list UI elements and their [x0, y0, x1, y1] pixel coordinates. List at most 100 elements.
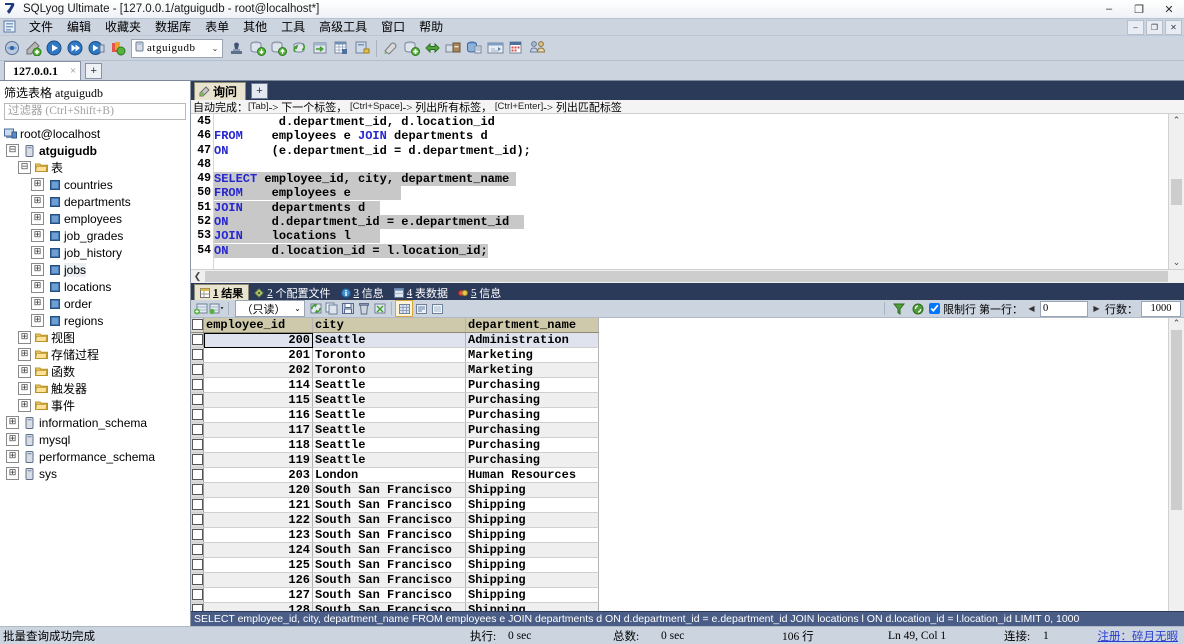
row-checkbox-cell[interactable]: [191, 437, 204, 453]
table-cell[interactable]: South San Francisco: [312, 557, 466, 573]
row-checkbox-cell[interactable]: [191, 362, 204, 378]
discard-changes-icon[interactable]: [372, 301, 388, 316]
table-cell[interactable]: South San Francisco: [312, 602, 466, 611]
expand-icon[interactable]: ⊞: [31, 229, 44, 242]
table-cell[interactable]: Seattle: [312, 332, 466, 348]
menu-item-database[interactable]: 数据库: [148, 19, 198, 35]
add-connection-tab-button[interactable]: +: [85, 63, 103, 79]
table-cell[interactable]: 119: [203, 452, 313, 468]
table-cell[interactable]: Marketing: [465, 362, 599, 378]
table-cell[interactable]: 127: [203, 587, 313, 603]
sql-formatter-icon[interactable]: [380, 38, 401, 59]
result-grid[interactable]: employee_id city department_name 200 Seattle…: [191, 318, 1168, 611]
checkbox-icon[interactable]: [191, 409, 203, 421]
new-query-icon[interactable]: [23, 38, 44, 59]
code-line[interactable]: FROM employees e JOIN departments d: [214, 129, 1168, 143]
scheduled-backup-icon[interactable]: [506, 38, 527, 59]
scrollbar-thumb[interactable]: [205, 271, 1168, 282]
expand-icon[interactable]: ⊞: [31, 212, 44, 225]
expand-icon[interactable]: ⊞: [18, 348, 31, 361]
checkbox-icon[interactable]: [191, 349, 203, 361]
connection-tab-127-0-0-1[interactable]: 127.0.0.1 ×: [4, 61, 82, 80]
collapse-icon[interactable]: ⊟: [6, 144, 19, 157]
table-cell[interactable]: 200: [203, 332, 313, 348]
table-cell[interactable]: South San Francisco: [312, 512, 466, 528]
tree-node-table-locations[interactable]: ⊞ locations: [0, 278, 190, 295]
table-cell[interactable]: Shipping: [465, 572, 599, 588]
schema-designer-icon[interactable]: [352, 38, 373, 59]
table-cell[interactable]: 124: [203, 542, 313, 558]
table-cell[interactable]: Shipping: [465, 482, 599, 498]
row-checkbox-cell[interactable]: [191, 542, 204, 558]
table-cell[interactable]: Purchasing: [465, 377, 599, 393]
table-cell[interactable]: Human Resources: [465, 467, 599, 483]
tree-node-atguigudb[interactable]: ⊟ atguigudb: [0, 142, 190, 159]
object-filter-input[interactable]: 过滤器 (Ctrl+Shift+B): [4, 103, 186, 120]
refresh-icon[interactable]: [308, 301, 324, 316]
checkbox-icon[interactable]: [191, 469, 203, 481]
collapse-icon[interactable]: ⊟: [18, 161, 31, 174]
column-header[interactable]: department_name: [465, 318, 599, 333]
table-cell[interactable]: Toronto: [312, 347, 466, 363]
table-cell[interactable]: South San Francisco: [312, 572, 466, 588]
expand-icon[interactable]: ⊞: [31, 263, 44, 276]
table-cell[interactable]: 116: [203, 407, 313, 423]
table-row[interactable]: 117 Seattle Purchasing: [191, 422, 599, 438]
tree-node-root[interactable]: root@localhost: [0, 125, 190, 142]
table-cell[interactable]: 201: [203, 347, 313, 363]
refresh-objects-icon[interactable]: [289, 38, 310, 59]
row-checkbox-cell[interactable]: [191, 422, 204, 438]
menu-item-help[interactable]: 帮助: [412, 19, 450, 35]
table-cell[interactable]: London: [312, 467, 466, 483]
table-row[interactable]: 122 South San Francisco Shipping: [191, 512, 599, 528]
tree-node-functions[interactable]: ⊞ 函数: [0, 363, 190, 380]
checkbox-icon[interactable]: [191, 574, 203, 586]
tree-node-triggers[interactable]: ⊞ 触发器: [0, 380, 190, 397]
column-header[interactable]: city: [312, 318, 466, 333]
table-row[interactable]: 120 South San Francisco Shipping: [191, 482, 599, 498]
table-cell[interactable]: Purchasing: [465, 392, 599, 408]
sync-data-icon[interactable]: [422, 38, 443, 59]
stop-icon[interactable]: [107, 38, 128, 59]
scroll-up-arrow-icon[interactable]: ⌃: [1173, 318, 1181, 329]
table-cell[interactable]: Purchasing: [465, 407, 599, 423]
checkbox-icon[interactable]: [191, 484, 203, 496]
mdi-restore-button[interactable]: ❐: [1146, 20, 1163, 35]
table-cell[interactable]: Purchasing: [465, 437, 599, 453]
menu-item-favorites[interactable]: 收藏夹: [98, 19, 148, 35]
expand-icon[interactable]: ⊞: [18, 382, 31, 395]
table-cell[interactable]: 128: [203, 602, 313, 611]
row-checkbox-cell[interactable]: [191, 557, 204, 573]
insert-row-options-icon[interactable]: [209, 301, 225, 316]
expand-icon[interactable]: ⊞: [31, 246, 44, 259]
user-manager-icon[interactable]: [527, 38, 548, 59]
table-cell[interactable]: Purchasing: [465, 422, 599, 438]
table-row[interactable]: 119 Seattle Purchasing: [191, 452, 599, 468]
funnel-icon[interactable]: [891, 301, 907, 316]
row-checkbox-cell[interactable]: [191, 527, 204, 543]
table-cell[interactable]: 202: [203, 362, 313, 378]
table-cell[interactable]: Purchasing: [465, 452, 599, 468]
expand-icon[interactable]: ⊞: [31, 314, 44, 327]
table-cell[interactable]: Shipping: [465, 602, 599, 611]
expand-icon[interactable]: ⊞: [6, 467, 19, 480]
scroll-up-arrow-icon[interactable]: ⌃: [1173, 115, 1181, 126]
tree-node-table-jobs[interactable]: ⊞ jobs: [0, 261, 190, 278]
table-cell[interactable]: Seattle: [312, 452, 466, 468]
code-line[interactable]: d.department_id, d.location_id: [214, 115, 1168, 129]
table-cell[interactable]: Seattle: [312, 437, 466, 453]
table-cell[interactable]: Seattle: [312, 392, 466, 408]
table-row[interactable]: 126 South San Francisco Shipping: [191, 572, 599, 588]
menu-item-powertools[interactable]: 高级工具: [312, 19, 374, 35]
database-sync-icon[interactable]: [464, 38, 485, 59]
grid-vertical-scrollbar[interactable]: ⌃: [1168, 318, 1184, 611]
expand-icon[interactable]: ⊞: [31, 178, 44, 191]
result-tab-results[interactable]: 1 结果: [194, 284, 250, 300]
row-checkbox-cell[interactable]: [191, 392, 204, 408]
tree-node-table-order[interactable]: ⊞ order: [0, 295, 190, 312]
table-cell[interactable]: Seattle: [312, 422, 466, 438]
table-cell[interactable]: 122: [203, 512, 313, 528]
result-table[interactable]: employee_id city department_name 200 Seattle…: [191, 318, 599, 611]
table-cell[interactable]: 117: [203, 422, 313, 438]
expand-icon[interactable]: ⊞: [18, 365, 31, 378]
